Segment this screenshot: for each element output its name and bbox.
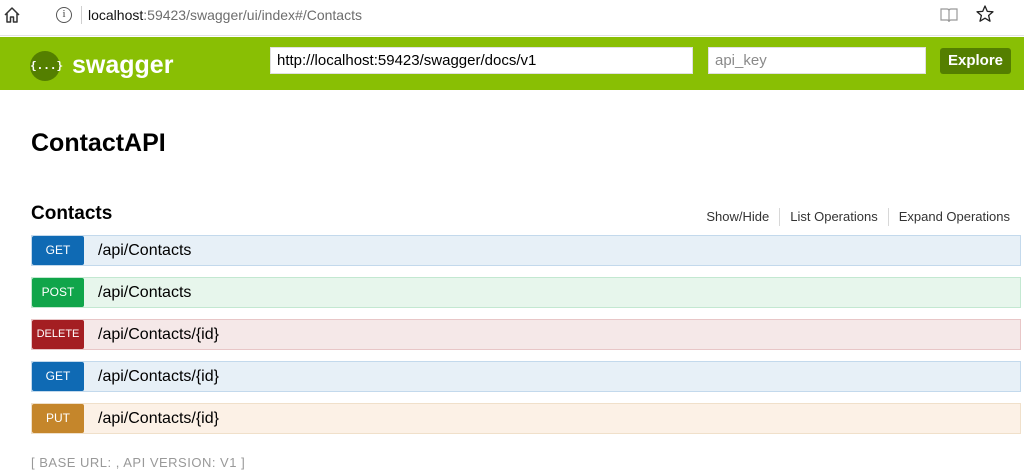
browser-toolbar: i localhost:59423/swagger/ui/index#/Cont… [0, 0, 1024, 36]
swagger-brand[interactable]: swagger [72, 50, 173, 80]
expand-operations-link[interactable]: Expand Operations [887, 208, 1010, 226]
method-badge[interactable]: GET [32, 236, 84, 265]
address-bar[interactable]: i localhost:59423/swagger/ui/index#/Cont… [48, 4, 1008, 30]
operation-path[interactable]: /api/Contacts/{id} [98, 404, 219, 433]
url-text[interactable]: localhost:59423/swagger/ui/index#/Contac… [88, 7, 362, 23]
swagger-header: {...} swagger Explore [0, 37, 1024, 90]
operation-row-get-contact-by-id[interactable]: GET /api/Contacts/{id} [31, 361, 1021, 392]
base-url-footer: [ BASE URL: , API VERSION: V1 ] [31, 455, 246, 470]
resource-name-link[interactable]: Contacts [31, 202, 112, 226]
operation-row-get-contacts[interactable]: GET /api/Contacts [31, 235, 1021, 266]
favorite-star-icon[interactable] [975, 4, 995, 24]
operation-path[interactable]: /api/Contacts [98, 278, 191, 307]
list-operations-link[interactable]: List Operations [779, 208, 887, 226]
home-icon[interactable] [2, 5, 22, 25]
operation-path[interactable]: /api/Contacts/{id} [98, 362, 219, 391]
operation-row-put-contact[interactable]: PUT /api/Contacts/{id} [31, 403, 1021, 434]
show-hide-link[interactable]: Show/Hide [696, 208, 779, 226]
spec-url-input[interactable] [270, 47, 693, 74]
info-icon[interactable]: i [56, 7, 72, 23]
operations-list: GET /api/Contacts POST /api/Contacts DEL… [31, 235, 1021, 445]
operation-path[interactable]: /api/Contacts [98, 236, 191, 265]
method-badge[interactable]: DELETE [32, 320, 84, 349]
method-badge[interactable]: POST [32, 278, 84, 307]
url-path: :59423/swagger/ui/index#/Contacts [143, 7, 362, 23]
url-host: localhost [88, 7, 144, 23]
address-divider [81, 6, 82, 24]
api-title: ContactAPI [31, 129, 166, 157]
operation-path[interactable]: /api/Contacts/{id} [98, 320, 219, 349]
operation-row-post-contacts[interactable]: POST /api/Contacts [31, 277, 1021, 308]
api-key-input[interactable] [708, 47, 926, 74]
resource-options: Show/Hide List Operations Expand Operati… [696, 208, 1010, 226]
method-badge[interactable]: GET [32, 362, 84, 391]
operation-row-delete-contact[interactable]: DELETE /api/Contacts/{id} [31, 319, 1021, 350]
method-badge[interactable]: PUT [32, 404, 84, 433]
reading-view-icon[interactable] [940, 7, 958, 23]
swagger-logo-icon: {...} [30, 51, 63, 81]
explore-button[interactable]: Explore [940, 48, 1011, 74]
